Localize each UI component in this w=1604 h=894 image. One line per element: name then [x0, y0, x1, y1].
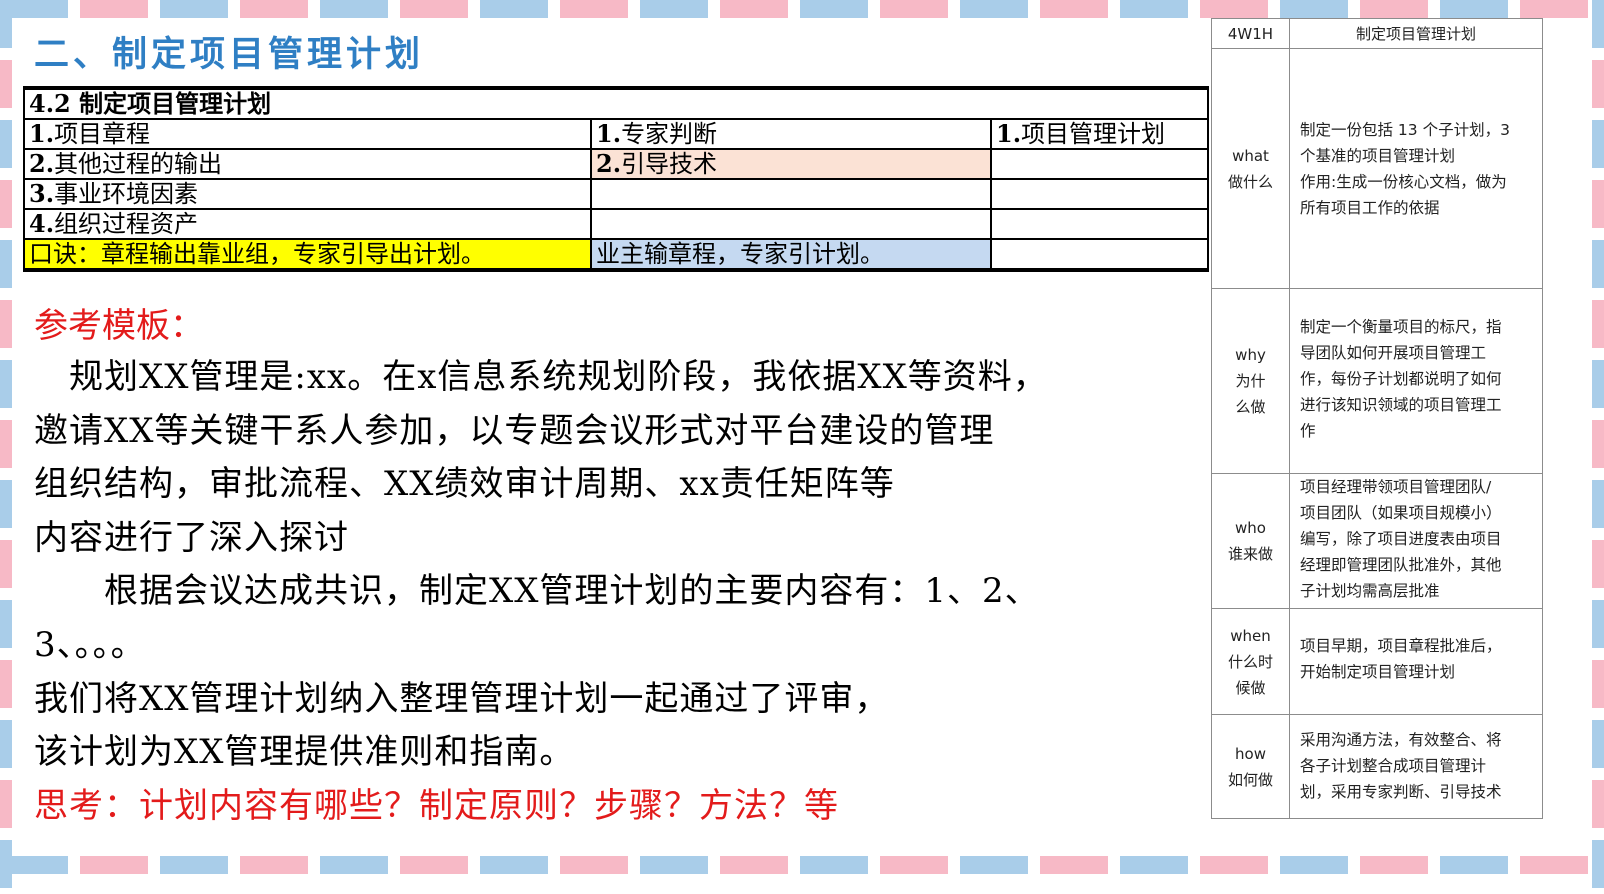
input-cell: 2.其他过程的输出	[23, 148, 592, 180]
w4h1-key: who 谁来做	[1211, 473, 1290, 609]
process-table: 4.2 制定项目管理计划 1.项目章程 1.专家判断 1.项目管理计划 2.其他…	[22, 86, 1210, 272]
w4h1-value: 制定一份包括 13 个子计划，3 个基准的项目管理计划 作用:生成一份核心文档，做为…	[1289, 48, 1543, 289]
tool-cell	[590, 208, 992, 240]
w4h1-value: 项目早期，项目章程批准后， 开始制定项目管理计划	[1289, 608, 1543, 715]
output-cell	[989, 148, 1210, 180]
template-line: 3、。。。	[34, 624, 146, 665]
mnemonic-cell: 口诀：章程输出靠业组，专家引导出计划。	[23, 238, 592, 272]
input-cell: 3.事业环境因素	[23, 178, 592, 210]
output-cell	[989, 208, 1210, 240]
table-row: 2.其他过程的输出 2.引导技术	[23, 148, 1210, 180]
w4h1-value: 制定一个衡量项目的标尺，指 导团队如何开展项目管理工 作，每份子计划都说明了如何 进行…	[1289, 288, 1543, 474]
top-border	[0, 0, 1604, 18]
right-border	[1592, 0, 1604, 894]
bottom-border	[0, 856, 1604, 874]
think-question: 思考：计划内容有哪些？制定原则？步骤？方法？等	[34, 785, 839, 826]
template-line: 内容进行了深入探讨	[34, 517, 349, 558]
mnemonic-short-cell: 业主输章程，专家引计划。	[590, 238, 992, 272]
template-line: 组织结构，审批流程、XX绩效审计周期、xx责任矩阵等	[34, 464, 895, 505]
template-line: 我们将XX管理计划纳入整理管理计划一起通过了评审，	[34, 678, 890, 719]
left-border	[0, 0, 12, 894]
w4h1-row-when: when 什么时 候做 项目早期，项目章程批准后， 开始制定项目管理计划	[1211, 608, 1543, 715]
w4h1-key: why 为什 么做	[1211, 288, 1290, 474]
output-cell: 1.项目管理计划	[989, 118, 1210, 150]
tool-cell	[590, 178, 992, 210]
table-row: 1.项目章程 1.专家判断 1.项目管理计划	[23, 118, 1210, 150]
w4h1-row-why: why 为什 么做 制定一个衡量项目的标尺，指 导团队如何开展项目管理工 作，每份子计划…	[1211, 288, 1543, 474]
w4h1-row-what: what 做什么 制定一份包括 13 个子计划，3 个基准的项目管理计划 作用:生成一…	[1211, 48, 1543, 289]
section-title: 二、制定项目管理计划	[34, 34, 425, 75]
tool-cell: 2.引导技术	[590, 148, 992, 180]
template-line: 规划XX管理是:xx。在x信息系统规划阶段，我依据XX等资料，	[34, 357, 1048, 397]
table-row: 4.组织过程资产	[23, 208, 1210, 240]
template-body: 规划XX管理是:xx。在x信息系统规划阶段，我依据XX等资料， 邀请XX等关键干…	[34, 351, 1184, 833]
w4h1-row-who: who 谁来做 项目经理带领项目管理团队/项目团队（如果项目规模小） 编写，除了项目…	[1211, 473, 1543, 609]
template-line: 该计划为XX管理提供准则和指南。	[34, 732, 575, 773]
template-line: 根据会议达成共识，制定XX管理计划的主要内容有：1、2、	[34, 571, 1040, 612]
w4h1-key: what 做什么	[1211, 48, 1290, 289]
template-line: 邀请XX等关键干系人参加，以专题会议形式对平台建设的管理	[34, 410, 995, 451]
mnemonic-empty-cell	[989, 238, 1210, 272]
template-heading: 参考模板：	[34, 306, 204, 346]
table-row: 3.事业环境因素	[23, 178, 1210, 210]
w4h1-key: when 什么时 候做	[1211, 608, 1290, 715]
mnemonic-row: 口诀：章程输出靠业组，专家引导出计划。 业主输章程，专家引计划。	[23, 238, 1210, 272]
w4h1-key: how 如何做	[1211, 714, 1290, 819]
output-cell	[989, 178, 1210, 210]
input-cell: 1.项目章程	[23, 118, 592, 150]
w4h1-row-how: how 如何做 采用沟通方法，有效整合、将 各子计划整合成项目管理计 划，采用专家判断…	[1211, 714, 1543, 819]
w4h1-table: 4W1H 制定项目管理计划 what 做什么 制定一份包括 13 个子计划，3 个基…	[1211, 18, 1543, 819]
w4h1-header-value: 制定项目管理计划	[1289, 18, 1543, 49]
process-table-heading: 4.2 制定项目管理计划	[22, 86, 1210, 120]
input-cell: 4.组织过程资产	[23, 208, 592, 240]
w4h1-value: 项目经理带领项目管理团队/项目团队（如果项目规模小） 编写，除了项目进度表由项目经…	[1289, 473, 1543, 609]
tool-cell: 1.专家判断	[590, 118, 992, 150]
w4h1-value: 采用沟通方法，有效整合、将 各子计划整合成项目管理计 划，采用专家判断、引导技术	[1289, 714, 1543, 819]
w4h1-header-key: 4W1H	[1211, 18, 1290, 49]
